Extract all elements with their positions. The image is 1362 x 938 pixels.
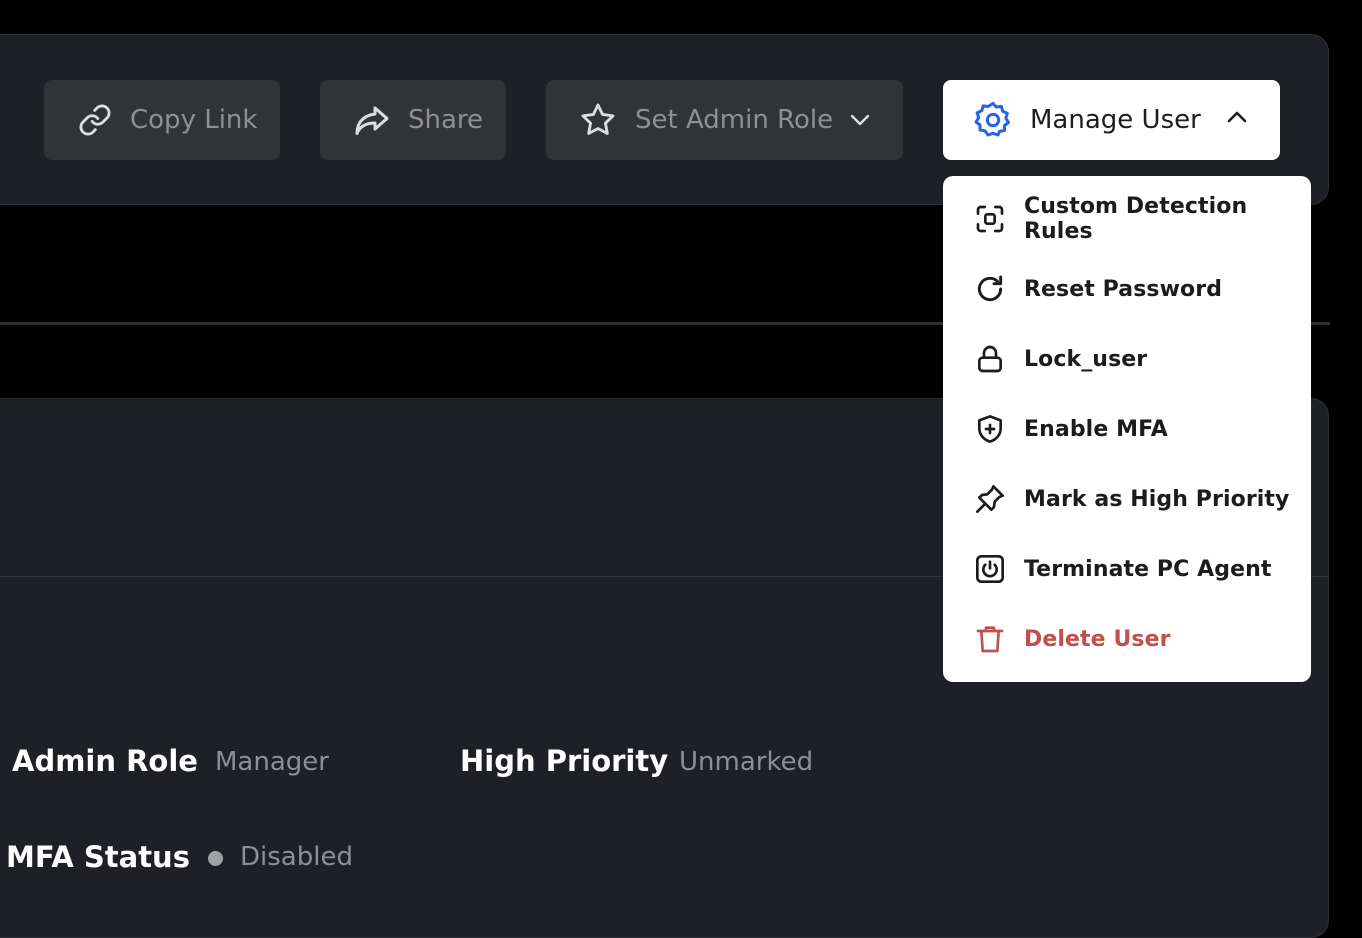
scan-icon bbox=[976, 205, 1004, 233]
star-icon bbox=[581, 103, 615, 135]
menu-item-label: Mark as High Priority bbox=[1024, 486, 1290, 512]
set-admin-role-label: Set Admin Role bbox=[635, 105, 834, 135]
trash-icon bbox=[976, 626, 1004, 653]
pin-icon bbox=[976, 485, 1004, 513]
menu-item-label: Delete User bbox=[1024, 626, 1171, 652]
share-button[interactable]: Share bbox=[320, 80, 506, 160]
manage-user-menu: Custom Detection Rules Reset Password Lo… bbox=[943, 176, 1311, 682]
gear-icon bbox=[974, 101, 1010, 137]
manage-user-label: Manage User bbox=[1030, 105, 1201, 135]
menu-item-custom-detection-rules[interactable]: Custom Detection Rules bbox=[943, 184, 1311, 254]
power-icon bbox=[976, 555, 1004, 583]
mfa-status-value: Disabled bbox=[240, 842, 353, 872]
copy-link-button[interactable]: Copy Link bbox=[44, 80, 280, 160]
share-arrow-icon bbox=[355, 106, 389, 135]
menu-item-label: Reset Password bbox=[1024, 276, 1223, 302]
menu-item-enable-mfa[interactable]: Enable MFA bbox=[943, 394, 1311, 464]
mfa-status-label: MFA Status bbox=[6, 840, 190, 874]
menu-item-label: Custom Detection Rules bbox=[1024, 194, 1248, 244]
share-label: Share bbox=[408, 105, 484, 135]
menu-item-lock-user[interactable]: Lock_user bbox=[943, 324, 1311, 394]
shield-plus-icon bbox=[978, 415, 1002, 443]
high-priority-label: High Priority bbox=[460, 744, 669, 778]
set-admin-role-dropdown[interactable]: Set Admin Role bbox=[546, 80, 903, 160]
menu-item-label: Lock_user bbox=[1024, 346, 1148, 372]
menu-item-label: Terminate PC Agent bbox=[1024, 556, 1272, 582]
manage-user-dropdown[interactable]: Manage User bbox=[943, 80, 1280, 160]
status-dot bbox=[208, 851, 223, 866]
high-priority-value: Unmarked bbox=[679, 747, 814, 777]
link-icon bbox=[79, 104, 111, 136]
menu-item-delete-user[interactable]: Delete User bbox=[943, 604, 1311, 674]
admin-role-label: Admin Role bbox=[12, 744, 198, 778]
menu-item-mark-high-priority[interactable]: Mark as High Priority bbox=[943, 464, 1311, 534]
menu-item-reset-password[interactable]: Reset Password bbox=[943, 254, 1311, 324]
lock-icon bbox=[978, 345, 1002, 373]
copy-link-label: Copy Link bbox=[130, 105, 258, 135]
menu-item-terminate-pc-agent[interactable]: Terminate PC Agent bbox=[943, 534, 1311, 604]
chevron-down-icon bbox=[850, 114, 870, 126]
chevron-up-icon bbox=[1227, 111, 1247, 123]
refresh-icon bbox=[977, 275, 1003, 302]
menu-item-label: Enable MFA bbox=[1024, 416, 1168, 442]
admin-role-value: Manager bbox=[215, 747, 329, 777]
